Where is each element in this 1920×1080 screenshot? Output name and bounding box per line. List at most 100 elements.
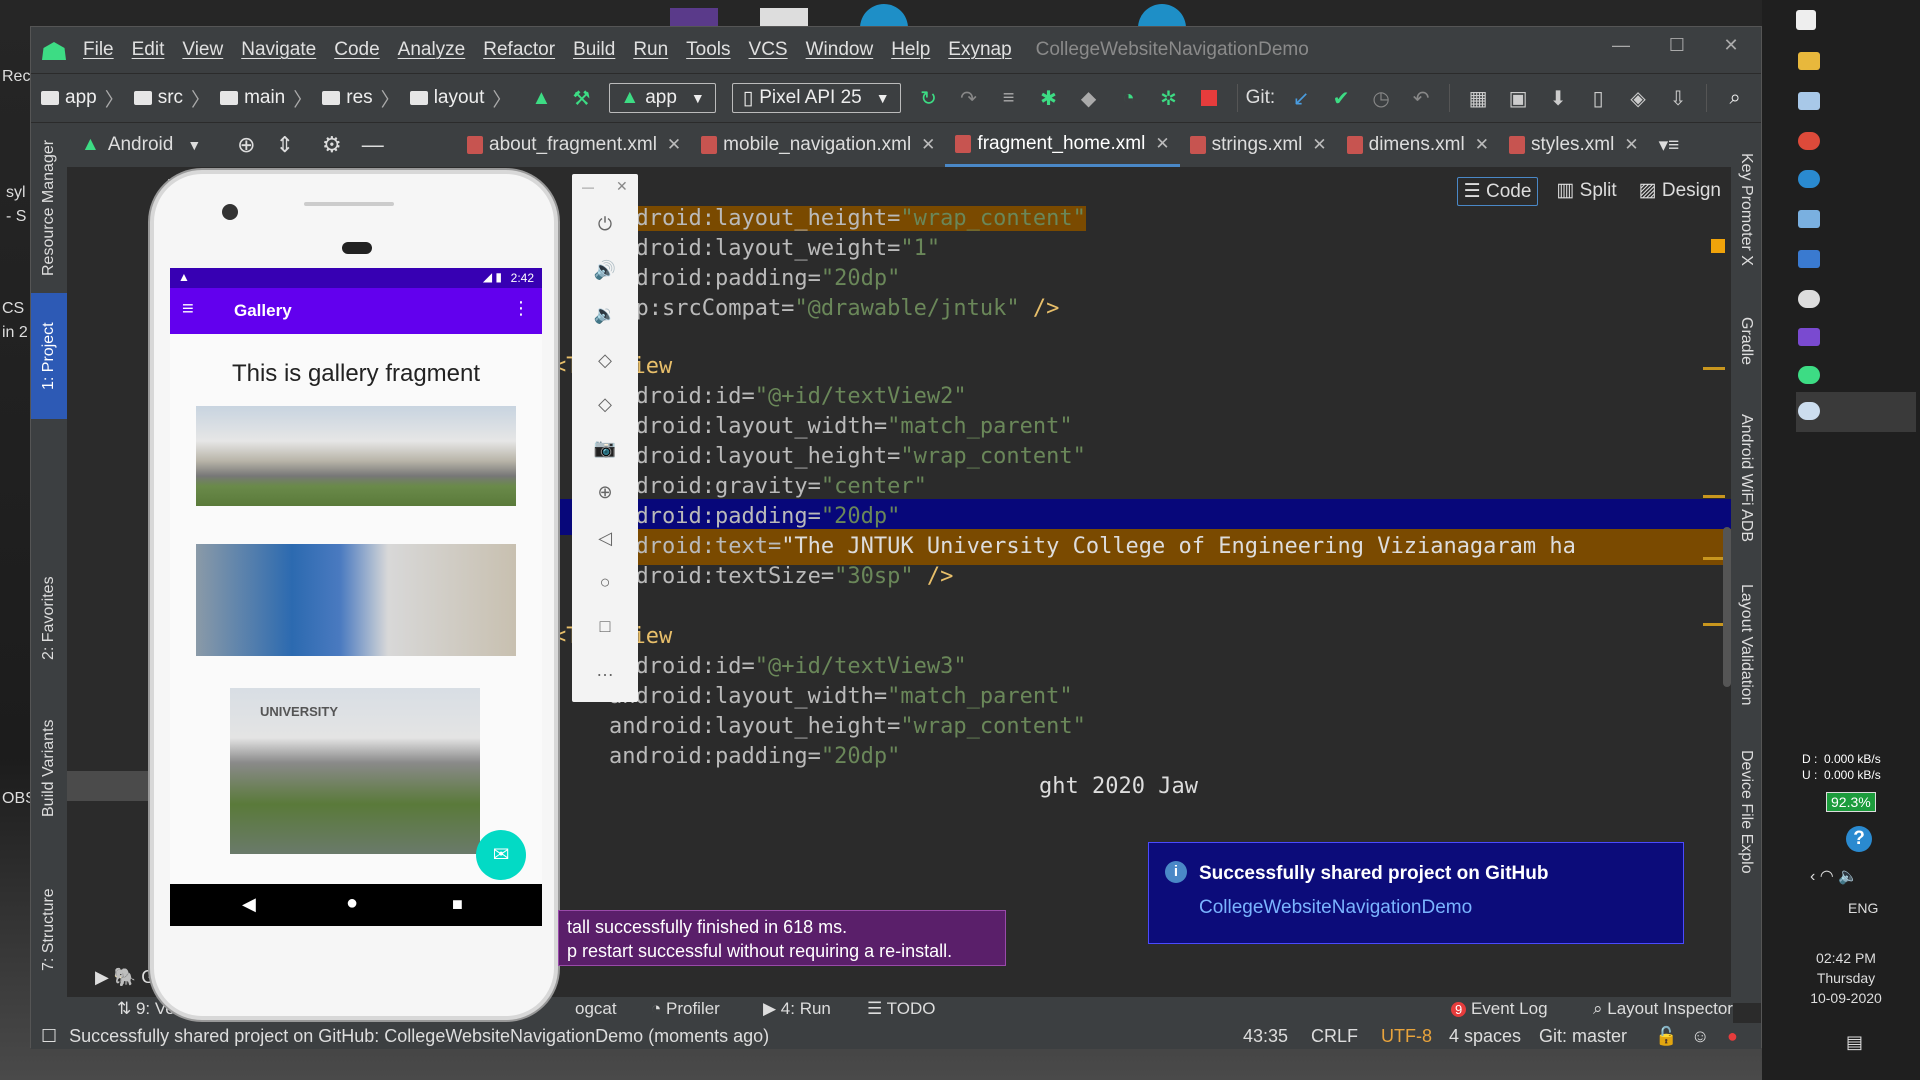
- indent-setting[interactable]: 4 spaces: [1449, 1026, 1521, 1047]
- file-explorer-icon[interactable]: [1798, 52, 1820, 70]
- tab-mobile-navigation[interactable]: mobile_navigation.xml ✕: [691, 123, 945, 167]
- error-icon[interactable]: ●: [1727, 1026, 1738, 1047]
- status-message[interactable]: Successfully shared project on GitHub: C…: [69, 1026, 769, 1047]
- breadcrumb-app[interactable]: app 〉: [41, 85, 124, 112]
- emulator-close-button[interactable]: ✕: [616, 178, 628, 195]
- tab-layout-validation[interactable]: Layout Validation: [1731, 575, 1761, 715]
- locate-icon[interactable]: ⊕: [237, 132, 255, 158]
- back-icon[interactable]: ◁: [593, 528, 617, 552]
- bug-icon[interactable]: ✲: [1156, 85, 1182, 111]
- file-encoding[interactable]: UTF-8: [1381, 1026, 1432, 1047]
- desktop-label[interactable]: syl: [6, 184, 26, 202]
- project-structure-icon[interactable]: ▦: [1465, 85, 1491, 111]
- emulator-minimize-button[interactable]: —: [582, 180, 594, 194]
- tab-layout-inspector[interactable]: ⌕ Layout Inspector: [1593, 999, 1733, 1019]
- run-config-dropdown[interactable]: ▲ app ▼: [609, 83, 716, 113]
- close-icon[interactable]: ✕: [667, 135, 681, 155]
- close-icon[interactable]: ✕: [1312, 135, 1326, 155]
- hamburger-menu-icon[interactable]: ≡: [182, 298, 194, 321]
- menu-exynap[interactable]: Exynap: [948, 39, 1011, 61]
- tab-todo[interactable]: ☰ TODO: [867, 999, 935, 1019]
- menu-navigate[interactable]: Navigate: [241, 39, 316, 61]
- close-button[interactable]: ✕: [1711, 35, 1751, 63]
- action-center-icon[interactable]: ▤: [1846, 1032, 1863, 1053]
- resource-icon[interactable]: ◈: [1625, 85, 1651, 111]
- menu-code[interactable]: Code: [334, 39, 379, 61]
- zoom-icon[interactable]: ⊕: [593, 482, 617, 506]
- gallery-image-building[interactable]: [196, 544, 516, 656]
- history-icon[interactable]: ◷: [1368, 85, 1394, 111]
- menu-window[interactable]: Window: [806, 39, 874, 61]
- close-icon[interactable]: ✕: [1475, 135, 1489, 155]
- power-icon[interactable]: ⏻: [593, 214, 617, 238]
- tab-about-fragment[interactable]: about_fragment.xml ✕: [457, 123, 691, 167]
- tab-build-variants[interactable]: Build Variants: [31, 703, 67, 833]
- download-icon[interactable]: ⇩: [1665, 85, 1691, 111]
- home-icon[interactable]: ○: [593, 572, 617, 596]
- menu-edit[interactable]: Edit: [132, 39, 165, 61]
- tab-strings[interactable]: strings.xml ✕: [1180, 123, 1337, 167]
- menu-refactor[interactable]: Refactor: [483, 39, 555, 61]
- scroll-marker[interactable]: [1703, 623, 1725, 626]
- list-icon[interactable]: ≡: [996, 85, 1022, 111]
- close-icon[interactable]: ✕: [1155, 134, 1169, 154]
- tab-gradle[interactable]: Gradle: [1731, 301, 1761, 381]
- minimize-button[interactable]: —: [1601, 35, 1641, 63]
- windows-start-icon[interactable]: [1796, 10, 1816, 30]
- volume-down-icon[interactable]: 🔉: [593, 304, 617, 328]
- cursor-position[interactable]: 43:35: [1243, 1026, 1288, 1047]
- camera-icon[interactable]: 📷: [593, 438, 617, 462]
- menu-run[interactable]: Run: [633, 39, 668, 61]
- nav-recents-icon[interactable]: ■: [452, 894, 463, 915]
- tab-logcat[interactable]: ogcat: [575, 999, 617, 1019]
- menu-vcs[interactable]: VCS: [749, 39, 788, 61]
- desktop-label[interactable]: in 2: [2, 324, 28, 342]
- hide-icon[interactable]: —: [362, 132, 384, 158]
- overflow-menu-icon[interactable]: ⋮: [512, 298, 530, 319]
- scroll-marker[interactable]: [1703, 495, 1725, 498]
- desktop-label[interactable]: Rec: [2, 68, 30, 86]
- email-fab[interactable]: ✉: [476, 830, 526, 880]
- tab-event-log[interactable]: 9 Event Log: [1451, 999, 1548, 1019]
- photos-icon[interactable]: [1798, 92, 1820, 110]
- breadcrumb-res[interactable]: res 〉: [322, 85, 400, 112]
- line-separator[interactable]: CRLF: [1311, 1026, 1358, 1047]
- tab-wifi-adb[interactable]: Android WiFi ADB: [1731, 403, 1761, 553]
- menu-view[interactable]: View: [182, 39, 223, 61]
- tray-icons[interactable]: ‹ ◠ 🔈: [1810, 866, 1858, 886]
- language-indicator[interactable]: ENG: [1848, 900, 1878, 916]
- menu-file[interactable]: File: [83, 39, 114, 61]
- stop-icon[interactable]: [1196, 85, 1222, 111]
- tab-profiler[interactable]: ◔ Profiler: [651, 999, 720, 1019]
- git-commit-icon[interactable]: ✔: [1328, 85, 1354, 111]
- tab-resource-manager[interactable]: Resource Manager: [31, 133, 67, 283]
- github-share-notification[interactable]: i Successfully shared project on GitHub …: [1148, 842, 1684, 944]
- obs-icon[interactable]: [1798, 290, 1820, 308]
- tab-dimens[interactable]: dimens.xml ✕: [1337, 123, 1499, 167]
- git-update-icon[interactable]: ↙: [1288, 85, 1314, 111]
- tab-device-file-explorer[interactable]: Device File Explo: [1731, 737, 1761, 887]
- breadcrumb-main[interactable]: main 〉: [220, 85, 312, 112]
- tab-favorites[interactable]: 2: Favorites: [31, 563, 67, 673]
- git-branch[interactable]: Git: master: [1539, 1026, 1627, 1047]
- code-mode-button[interactable]: ☰ Code: [1456, 177, 1539, 206]
- apply-changes-icon[interactable]: ↻: [916, 85, 942, 111]
- desktop-label[interactable]: - S: [6, 208, 26, 226]
- design-mode-button[interactable]: ▨ Design: [1635, 177, 1725, 206]
- close-icon[interactable]: ✕: [1624, 135, 1638, 155]
- nav-back-icon[interactable]: ◀: [242, 894, 256, 915]
- clock-date[interactable]: 10-09-2020: [1762, 990, 1920, 1006]
- rollback-icon[interactable]: ↶: [1408, 85, 1434, 111]
- help-icon[interactable]: ?: [1846, 826, 1872, 852]
- editor-scrollbar[interactable]: [1723, 527, 1731, 687]
- breadcrumb-layout[interactable]: layout 〉: [409, 85, 511, 112]
- rotate-left-icon[interactable]: ◇: [593, 350, 617, 374]
- scroll-marker[interactable]: [1703, 367, 1725, 370]
- gallery-image-campus[interactable]: [196, 406, 516, 506]
- app-icon[interactable]: [1798, 402, 1820, 420]
- overview-icon[interactable]: □: [593, 616, 617, 640]
- tab-key-promoter[interactable]: Key Promoter X: [1731, 139, 1761, 279]
- device-dropdown[interactable]: ▯ Pixel API 25 ▼: [731, 83, 901, 113]
- tab-run[interactable]: ▶ 4: Run: [763, 999, 831, 1019]
- avd-manager-icon[interactable]: ▯: [1585, 85, 1611, 111]
